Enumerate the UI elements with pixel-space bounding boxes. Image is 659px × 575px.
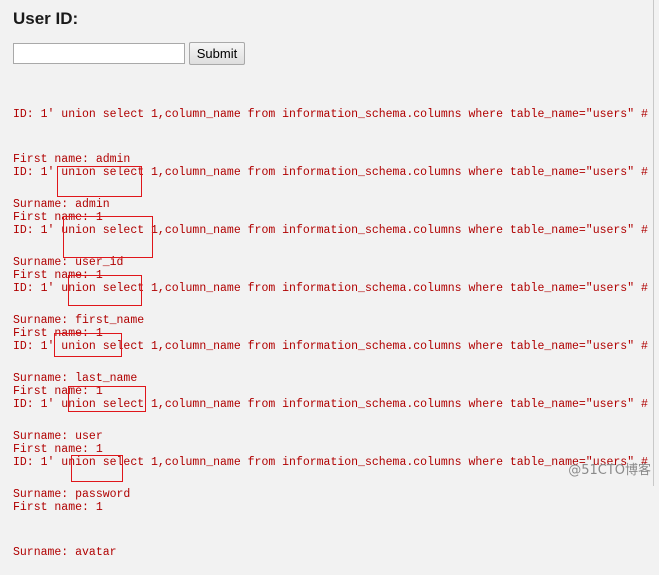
result-surname: Surname: avatar — [13, 546, 117, 559]
highlight-box-user — [54, 333, 122, 357]
highlight-box-user-id — [57, 166, 142, 197]
highlight-box-avatar — [71, 455, 123, 482]
highlight-box-last-name — [68, 275, 142, 306]
user-id-label: User ID: — [13, 9, 79, 28]
watermark: @51CTO博客 — [568, 463, 651, 478]
result-id-line: ID: 1' union select 1,column_name from i… — [13, 108, 648, 121]
user-id-input[interactable] — [13, 43, 185, 64]
highlight-box-first-name — [63, 216, 153, 258]
result-block: ID: 1' union select 1,column_name from i… — [13, 425, 653, 575]
result-first-name: First name: 1 — [13, 501, 103, 514]
submit-button[interactable]: Submit — [189, 42, 245, 65]
highlight-box-password — [68, 386, 146, 412]
